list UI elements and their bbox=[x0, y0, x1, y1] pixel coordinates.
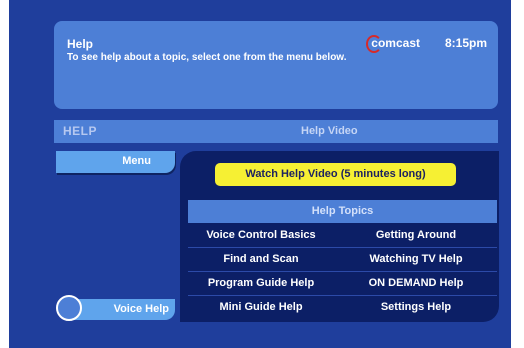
topic-mini-guide-help[interactable]: Mini Guide Help bbox=[188, 296, 334, 319]
page-title: Help Video bbox=[301, 125, 358, 137]
header-bar: HELP Help Video bbox=[54, 120, 498, 143]
brand-logo: comcast bbox=[366, 35, 420, 53]
topic-watching-tv-help[interactable]: Watching TV Help bbox=[335, 248, 497, 271]
voice-mic-icon bbox=[56, 295, 82, 321]
topic-program-guide-help[interactable]: Program Guide Help bbox=[188, 272, 334, 295]
topic-find-and-scan[interactable]: Find and Scan bbox=[188, 248, 334, 271]
info-instructions: To see help about a topic, select one fr… bbox=[67, 52, 347, 63]
tv-screen: Help To see help about a topic, select o… bbox=[9, 0, 511, 348]
topic-getting-around[interactable]: Getting Around bbox=[335, 224, 497, 247]
section-title: HELP bbox=[63, 124, 98, 138]
voice-help-label: Voice Help bbox=[113, 303, 169, 315]
watch-help-video-button[interactable]: Watch Help Video (5 minutes long) bbox=[215, 163, 456, 186]
clock: 8:15pm bbox=[444, 36, 487, 50]
info-title: Help bbox=[67, 37, 94, 51]
voice-help-bar: Voice Help bbox=[70, 299, 175, 320]
brand-name: comcast bbox=[371, 36, 420, 50]
voice-help-button[interactable]: Voice Help bbox=[56, 295, 175, 321]
info-panel: Help To see help about a topic, select o… bbox=[54, 21, 498, 109]
menu-button[interactable]: Menu bbox=[56, 151, 175, 173]
help-topics-header: Help Topics bbox=[188, 200, 497, 223]
topic-settings-help[interactable]: Settings Help bbox=[335, 296, 497, 319]
menu-button-label: Menu bbox=[122, 155, 151, 167]
topic-on-demand-help[interactable]: ON DEMAND Help bbox=[335, 272, 497, 295]
topic-voice-control-basics[interactable]: Voice Control Basics bbox=[188, 224, 334, 247]
help-topics-grid: Voice Control Basics Getting Around Find… bbox=[188, 224, 497, 319]
content-panel: Watch Help Video (5 minutes long) Help T… bbox=[180, 151, 499, 322]
